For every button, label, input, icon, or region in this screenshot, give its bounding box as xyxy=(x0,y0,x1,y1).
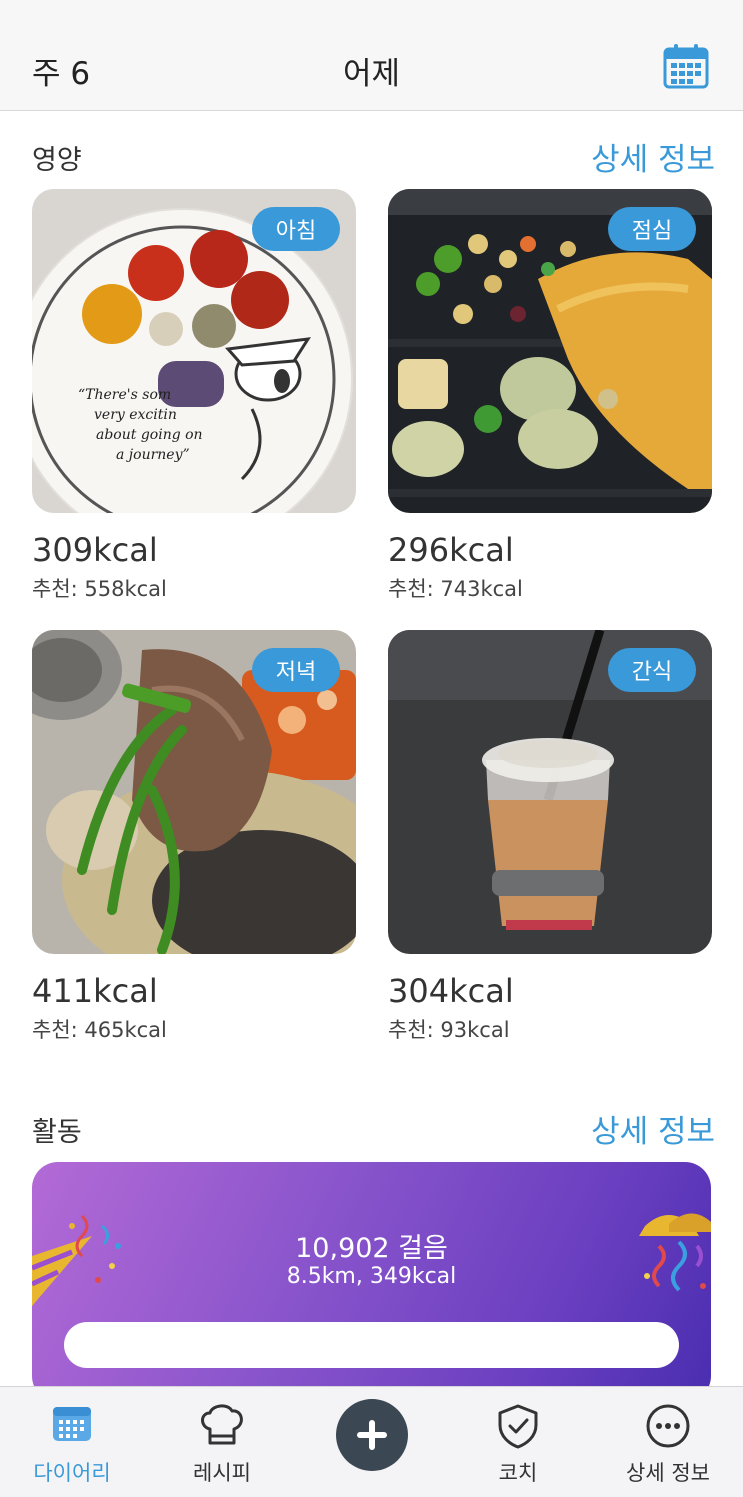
meal-badge-lunch: 점심 xyxy=(608,207,696,251)
meal-card-snack[interactable]: 간식 304kcal 추천: 93kcal xyxy=(388,630,712,1044)
plate-text-line-3: about going on xyxy=(96,427,203,443)
meal-kcal: 411kcal xyxy=(32,972,158,1010)
meal-kcal: 309kcal xyxy=(32,531,158,569)
snack-photo: 간식 xyxy=(388,630,712,954)
plate-text-line-4: a journey” xyxy=(116,447,190,463)
meal-badge-dinner: 저녁 xyxy=(252,648,340,692)
add-entry-button[interactable] xyxy=(336,1399,408,1471)
calendar-button[interactable] xyxy=(662,42,710,90)
calendar-icon xyxy=(663,44,709,89)
more-dots-icon xyxy=(646,1404,690,1448)
plus-icon xyxy=(357,1420,387,1450)
page-title: 어제 xyxy=(342,56,401,92)
meal-badge-breakfast: 아침 xyxy=(252,207,340,251)
breakfast-photo: “There's som very excitin about going on… xyxy=(32,189,356,513)
nav-item-more[interactable]: 상세 정보 xyxy=(598,1387,738,1497)
chef-hat-icon xyxy=(201,1404,243,1445)
meal-badge-snack: 간식 xyxy=(608,648,696,692)
nav-label: 레시피 xyxy=(193,1461,251,1485)
meal-card-dinner[interactable]: 저녁 411kcal 추천: 465kcal xyxy=(32,630,356,1044)
lunch-photo: 점심 xyxy=(388,189,712,513)
nav-item-diary[interactable]: 다이어리 xyxy=(2,1387,142,1497)
nav-item-recipes[interactable]: 레시피 xyxy=(152,1387,292,1497)
dinner-photo: 저녁 xyxy=(32,630,356,954)
meal-recommended: 추천: 465kcal xyxy=(32,1018,167,1042)
meal-kcal: 304kcal xyxy=(388,972,514,1010)
activity-progress-bar xyxy=(64,1322,679,1368)
nutrition-details-link[interactable]: 상세 정보 xyxy=(591,134,715,179)
nav-label: 코치 xyxy=(498,1461,538,1485)
distance-kcal: 8.5km, 349kcal xyxy=(286,1264,457,1289)
nav-label: 다이어리 xyxy=(33,1461,111,1485)
meal-recommended: 추천: 93kcal xyxy=(388,1018,510,1042)
plate-text-line-1: “There's som xyxy=(78,387,171,403)
meal-recommended: 추천: 558kcal xyxy=(32,577,167,601)
meal-kcal: 296kcal xyxy=(388,531,514,569)
calendar-icon xyxy=(53,1407,91,1441)
plate-text-line-2: very excitin xyxy=(94,407,177,423)
bottom-nav: 다이어리 레시피 코치 상세 정보 xyxy=(0,1386,743,1497)
meal-card-lunch[interactable]: 점심 296kcal 추천: 743kcal xyxy=(388,189,712,603)
shield-check-icon xyxy=(498,1404,538,1449)
nutrition-title: 영양 xyxy=(32,145,82,176)
nav-label: 상세 정보 xyxy=(626,1461,710,1485)
step-count: 10,902 걸음 xyxy=(295,1233,448,1264)
activity-details-link[interactable]: 상세 정보 xyxy=(591,1106,715,1151)
meal-card-breakfast[interactable]: “There's som very excitin about going on… xyxy=(32,189,356,603)
activity-title: 활동 xyxy=(32,1117,82,1148)
meal-recommended: 추천: 743kcal xyxy=(388,577,523,601)
nav-item-coach[interactable]: 코치 xyxy=(448,1387,588,1497)
top-bar: 주 6 어제 xyxy=(0,0,743,111)
activity-card[interactable]: 10,902 걸음 8.5km, 349kcal xyxy=(32,1162,711,1402)
